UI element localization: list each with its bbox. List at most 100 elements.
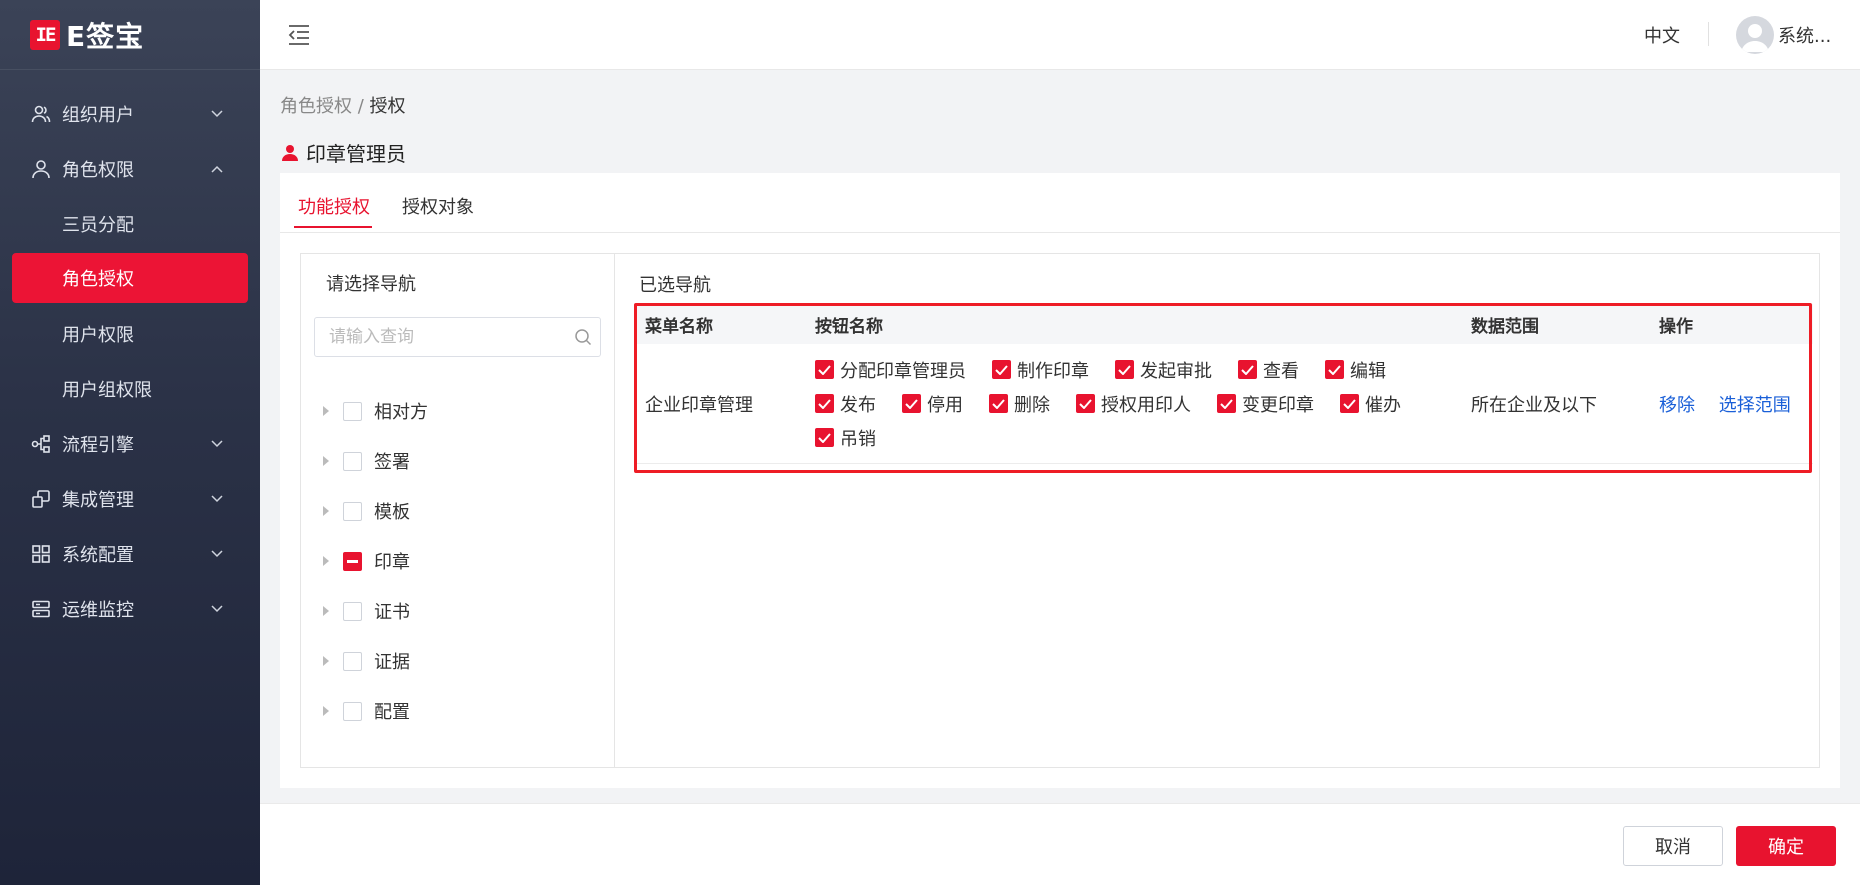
tree-label: 证书 (374, 602, 410, 623)
breadcrumb-parent[interactable]: 角色授权 (280, 96, 352, 117)
sidebar-item-integration[interactable]: 集成管理 (0, 471, 260, 526)
sidebar-item-label: 集成管理 (62, 489, 134, 511)
tree-checkbox[interactable] (343, 701, 362, 721)
role-name: 印章管理员 (306, 142, 406, 166)
language-switch[interactable]: 中文 (1644, 22, 1680, 48)
col-button-name: 按钮名称 (815, 316, 883, 337)
tab-auth-target[interactable]: 授权对象 (402, 193, 474, 219)
checkbox-checked[interactable] (989, 394, 1008, 413)
permission-item[interactable]: 授权用印人 (1076, 392, 1191, 416)
caret-right-icon[interactable] (321, 606, 331, 616)
permission-label: 制作印章 (1017, 360, 1089, 382)
sidebar-item-role-permission[interactable]: 角色权限 (0, 141, 260, 196)
permission-item[interactable]: 编辑 (1325, 358, 1386, 382)
sidebar-item-ops-monitor[interactable]: 运维监控 (0, 581, 260, 636)
permission-item[interactable]: 制作印章 (992, 358, 1089, 382)
permission-label: 查看 (1263, 360, 1299, 382)
sidebar-subitem-usergroup-permission[interactable]: 用户组权限 (0, 361, 260, 416)
tree-label: 模板 (374, 502, 410, 523)
tree-checkbox-indeterminate[interactable] (343, 551, 362, 571)
permission-item[interactable]: 催办 (1340, 392, 1401, 416)
checkbox-checked[interactable] (1076, 394, 1095, 413)
tree-node[interactable]: 证据 (321, 636, 428, 686)
checkbox-checked[interactable] (815, 394, 834, 413)
checkbox-checked[interactable] (1238, 360, 1257, 379)
grid-icon (30, 543, 52, 565)
sidebar-item-flow-engine[interactable]: 流程引擎 (0, 416, 260, 471)
permission-item[interactable]: 变更印章 (1217, 392, 1314, 416)
caret-right-icon[interactable] (321, 706, 331, 716)
sidebar-subitem-user-permission[interactable]: 用户权限 (0, 306, 260, 361)
tree-node[interactable]: 证书 (321, 586, 428, 636)
caret-right-icon[interactable] (321, 406, 331, 416)
col-operations: 操作 (1659, 316, 1693, 337)
checkbox-checked[interactable] (902, 394, 921, 413)
nav-tree: 相对方 签署 模板 印章 证书 证据 配置 (321, 386, 428, 736)
checkbox-checked[interactable] (1115, 360, 1134, 379)
username[interactable]: 系统... (1778, 22, 1831, 48)
tree-checkbox[interactable] (343, 601, 362, 621)
sidebar-item-label: 角色权限 (62, 159, 134, 181)
breadcrumb-current: 授权 (369, 96, 406, 117)
tree-node[interactable]: 相对方 (321, 386, 428, 436)
permission-label: 授权用印人 (1101, 394, 1191, 416)
menu-collapse-icon[interactable] (286, 22, 312, 48)
permission-item[interactable]: 分配印章管理员 (815, 358, 966, 382)
tab-function-auth[interactable]: 功能授权 (298, 193, 370, 219)
col-data-scope: 数据范围 (1471, 316, 1539, 337)
tree-checkbox[interactable] (343, 451, 362, 471)
permission-item[interactable]: 查看 (1238, 358, 1299, 382)
permission-label: 吊销 (840, 428, 876, 450)
checkbox-checked[interactable] (815, 428, 834, 447)
col-menu-name: 菜单名称 (645, 316, 713, 337)
auth-card: 功能授权 授权对象 请选择导航 相对方 签署 (280, 173, 1840, 788)
breadcrumb: 角色授权 / 授权 (280, 92, 406, 118)
tree-node[interactable]: 印章 (321, 536, 428, 586)
tree-node[interactable]: 模板 (321, 486, 428, 536)
caret-right-icon[interactable] (321, 656, 331, 666)
checkbox-checked[interactable] (1340, 394, 1359, 413)
sidebar-item-label: 组织用户 (62, 104, 134, 126)
nav-select-panel: 请选择导航 相对方 签署 (301, 254, 615, 767)
caret-right-icon[interactable] (321, 506, 331, 516)
checkbox-checked[interactable] (1325, 360, 1344, 379)
row-menu-name: 企业印章管理 (645, 394, 753, 416)
permission-item[interactable]: 发起审批 (1115, 358, 1212, 382)
tree-checkbox[interactable] (343, 501, 362, 521)
chevron-down-icon (210, 437, 224, 451)
search-icon[interactable] (574, 328, 592, 346)
tree-node[interactable]: 签署 (321, 436, 428, 486)
tree-label: 签署 (374, 452, 410, 473)
sidebar-subitem-role-auth[interactable]: 角色授权 (12, 253, 248, 303)
logo: IE E签宝 (0, 0, 260, 70)
sidebar-item-label: 流程引擎 (62, 434, 134, 456)
permission-item[interactable]: 删除 (989, 392, 1050, 416)
permission-item[interactable]: 吊销 (815, 426, 876, 450)
tree-checkbox[interactable] (343, 401, 362, 421)
tree-label: 配置 (374, 702, 410, 723)
search-box (314, 317, 601, 357)
nav-select-title: 请选择导航 (326, 274, 416, 295)
breadcrumb-separator: / (357, 96, 364, 117)
permission-item[interactable]: 停用 (902, 392, 963, 416)
confirm-button[interactable]: 确定 (1736, 826, 1836, 866)
cancel-button[interactable]: 取消 (1623, 826, 1723, 866)
avatar[interactable] (1736, 16, 1774, 54)
checkbox-checked[interactable] (815, 360, 834, 379)
select-scope-link[interactable]: 选择范围 (1719, 395, 1791, 416)
caret-right-icon[interactable] (321, 556, 331, 566)
tree-checkbox[interactable] (343, 651, 362, 671)
checkbox-checked[interactable] (992, 360, 1011, 379)
sidebar-item-system-config[interactable]: 系统配置 (0, 526, 260, 581)
server-icon (30, 598, 52, 620)
sidebar-subitem-three-roles[interactable]: 三员分配 (0, 196, 260, 251)
row-data-scope: 所在企业及以下 (1471, 394, 1597, 416)
remove-link[interactable]: 移除 (1659, 395, 1695, 416)
chevron-up-icon (210, 162, 224, 176)
checkbox-checked[interactable] (1217, 394, 1236, 413)
sidebar-item-org-users[interactable]: 组织用户 (0, 86, 260, 141)
caret-right-icon[interactable] (321, 456, 331, 466)
search-input[interactable] (315, 318, 555, 356)
permission-item[interactable]: 发布 (815, 392, 876, 416)
tree-node[interactable]: 配置 (321, 686, 428, 736)
